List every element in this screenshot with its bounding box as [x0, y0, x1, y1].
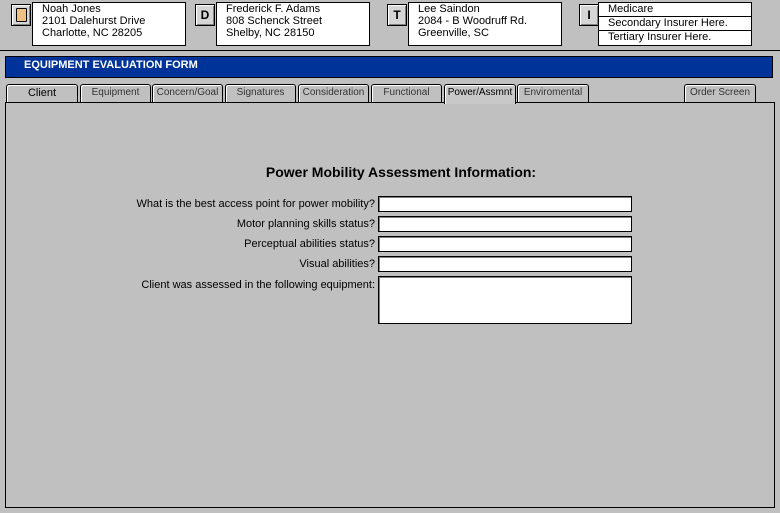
equipment-assessed-label: Client was assessed in the following equ…: [141, 279, 375, 291]
header-divider: [0, 50, 780, 51]
visual-label: Visual abilities?: [299, 258, 375, 270]
access-point-label: What is the best access point for power …: [136, 198, 375, 210]
perceptual-input[interactable]: [378, 236, 632, 252]
patient-file-icon: [15, 8, 27, 22]
patient-card-button[interactable]: [11, 4, 31, 26]
access-point-input[interactable]: [378, 196, 632, 212]
form-title: Power Mobility Assessment Information:: [265, 164, 537, 180]
tab-functional[interactable]: Functional: [371, 84, 442, 102]
insurance-tertiary: Tertiary Insurer Here.: [608, 31, 712, 43]
tab-signatures[interactable]: Signatures: [225, 84, 296, 102]
insurance-secondary: Secondary Insurer Here.: [599, 17, 751, 31]
tab-client[interactable]: Client: [6, 84, 78, 102]
header-bar: Noah Jones 2101 Dalehurst Drive Charlott…: [0, 0, 780, 52]
tab-enviromental[interactable]: Enviromental: [517, 84, 589, 102]
doctor-card: Frederick F. Adams 808 Schenck Street Sh…: [216, 2, 370, 46]
perceptual-label: Perceptual abilities status?: [244, 238, 375, 250]
therapist-name: Lee Saindon: [418, 3, 480, 15]
patient-city: Charlotte, NC 28205: [42, 27, 143, 39]
motor-planning-input[interactable]: [378, 216, 632, 232]
tab-consideration[interactable]: Consideration: [298, 84, 369, 102]
motor-planning-label: Motor planning skills status?: [236, 218, 375, 230]
tab-power-assmnt[interactable]: Power/Assmnt: [444, 84, 516, 104]
therapist-address: 2084 - B Woodruff Rd.: [418, 15, 528, 27]
tab-order-screen[interactable]: Order Screen: [684, 84, 756, 102]
insurance-button[interactable]: I: [579, 4, 599, 26]
insurance-primary: Medicare: [599, 3, 751, 17]
doctor-city: Shelby, NC 28150: [226, 27, 315, 39]
patient-name: Noah Jones: [42, 3, 101, 15]
therapist-button[interactable]: T: [387, 4, 407, 26]
therapist-city: Greenville, SC: [418, 27, 489, 39]
insurance-card: Medicare Secondary Insurer Here. Tertiar…: [598, 2, 752, 46]
patient-card: Noah Jones 2101 Dalehurst Drive Charlott…: [32, 2, 186, 46]
patient-address: 2101 Dalehurst Drive: [42, 15, 146, 27]
equipment-assessed-textarea[interactable]: [378, 276, 632, 324]
visual-input[interactable]: [378, 256, 632, 272]
tab-concern-goal[interactable]: Concern/Goal: [152, 84, 223, 102]
doctor-address: 808 Schenck Street: [226, 15, 323, 27]
doctor-button[interactable]: D: [195, 4, 215, 26]
doctor-name: Frederick F. Adams: [226, 3, 321, 15]
form-banner: EQUIPMENT EVALUATION FORM: [5, 56, 773, 78]
tab-equipment[interactable]: Equipment: [80, 84, 151, 102]
therapist-card: Lee Saindon 2084 - B Woodruff Rd. Greenv…: [408, 2, 562, 46]
